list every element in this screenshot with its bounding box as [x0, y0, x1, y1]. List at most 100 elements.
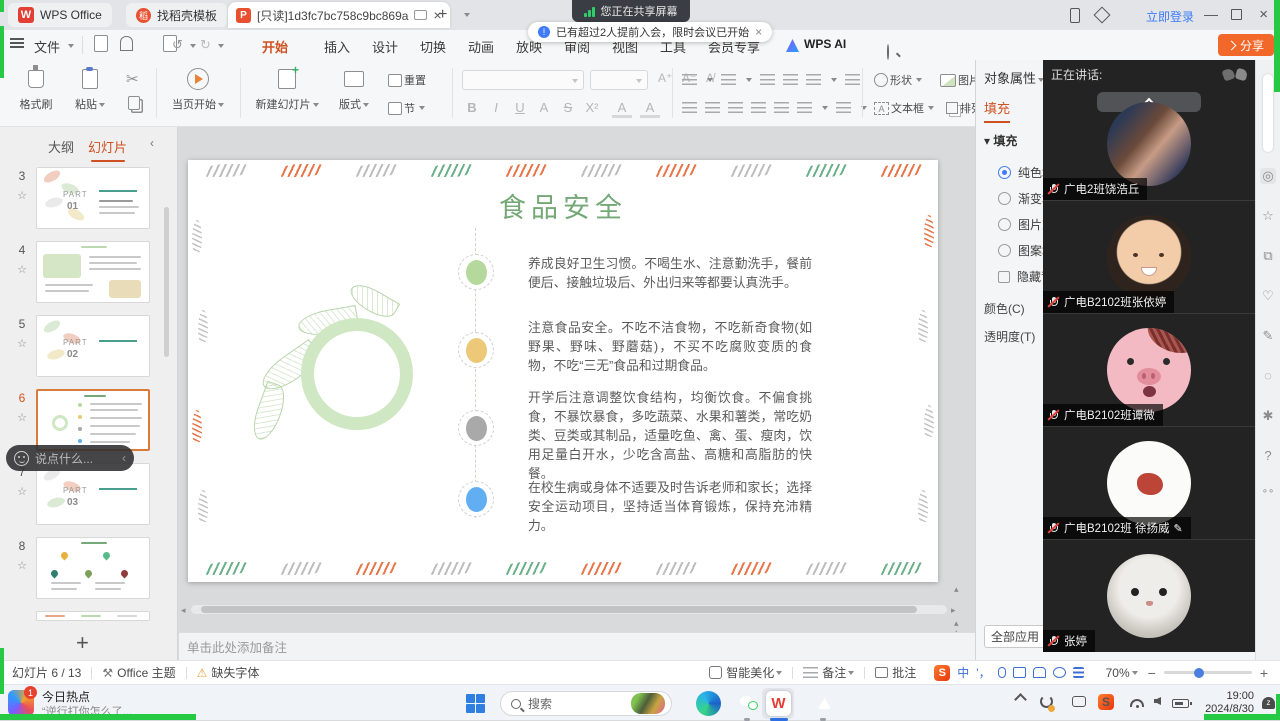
- ime-emoji-icon[interactable]: [1053, 667, 1066, 678]
- slide-star-icon[interactable]: ☆: [14, 411, 30, 424]
- play-from-current-button[interactable]: 当页开始: [166, 66, 230, 112]
- copy-icon[interactable]: [128, 96, 140, 110]
- gamebar-icon[interactable]: [1072, 696, 1086, 707]
- shadow-button[interactable]: A: [534, 100, 554, 115]
- section-button[interactable]: 节: [388, 100, 425, 116]
- textbox-button[interactable]: A 文本框: [874, 100, 934, 116]
- hscroll-left-arrow[interactable]: ◂: [181, 605, 186, 616]
- align-center-icon[interactable]: [705, 102, 720, 113]
- comments-button[interactable]: 批注: [892, 664, 916, 681]
- search-daily-image[interactable]: [631, 693, 665, 714]
- tool-more-icon[interactable]: ∘∘: [1260, 484, 1276, 500]
- beautify-button[interactable]: 智能美化: [726, 664, 774, 681]
- participant-video-2[interactable]: 广电B2102班张依婷: [1043, 200, 1255, 313]
- close-button[interactable]: ×: [1259, 6, 1268, 23]
- distribute-icon[interactable]: [774, 102, 789, 113]
- tab-list-chevron-icon[interactable]: [464, 13, 470, 17]
- slide-bullet-3[interactable]: 开学后注意调整饮食结构，均衡饮食。不偏食挑食，不暴饮暴食，多吃蔬菜、水果和薯类，…: [528, 388, 812, 483]
- sogou-tray-icon[interactable]: S: [1098, 694, 1114, 710]
- cube-3d-icon[interactable]: [1094, 7, 1111, 24]
- toast-close-icon[interactable]: ×: [755, 25, 762, 39]
- horizontal-scrollbar[interactable]: [191, 605, 947, 614]
- ribbon-tab-home[interactable]: 开始: [262, 37, 288, 56]
- panel-scrollbar[interactable]: [164, 207, 169, 357]
- redo-icon[interactable]: ↻: [200, 37, 211, 53]
- ribbon-tab-transition[interactable]: 切换: [420, 37, 446, 56]
- slide-bullet-2[interactable]: 注意食品安全。不吃不洁食物，不吃新奇食物(如野果、野味、野蘑菇)，不买不吃腐败变…: [528, 318, 812, 375]
- ribbon-tab-animation[interactable]: 动画: [468, 37, 494, 56]
- fill-section-header[interactable]: ▾ 填充: [984, 132, 1017, 149]
- slide-star-icon[interactable]: ☆: [14, 263, 30, 276]
- bullet-list-icon[interactable]: [682, 74, 697, 85]
- cut-icon[interactable]: ✂: [126, 70, 139, 88]
- sogou-icon[interactable]: S: [934, 665, 950, 681]
- slide-star-icon[interactable]: ☆: [14, 337, 30, 350]
- ime-toolbar[interactable]: S 中 '，: [930, 664, 1087, 681]
- slide-bullet-4[interactable]: 在校生病或身体不适要及时告诉老师和家长；选择安全运动项目，坚持适当体育锻炼，保持…: [528, 478, 812, 535]
- tool-help-icon[interactable]: ?: [1260, 448, 1276, 464]
- ime-punct[interactable]: '，: [976, 664, 990, 681]
- hotspot-subtitle[interactable]: “逆行打你怎么了...: [42, 703, 132, 719]
- mobile-view-icon[interactable]: [1070, 8, 1080, 23]
- font-size-select[interactable]: [590, 70, 648, 90]
- taskbar-search[interactable]: 搜索: [500, 691, 672, 716]
- login-link[interactable]: 立即登录: [1146, 8, 1194, 25]
- slide-star-icon[interactable]: ☆: [14, 189, 30, 202]
- ime-skin-icon[interactable]: [1033, 667, 1046, 678]
- hscroll-right-arrow[interactable]: ▸: [951, 605, 956, 616]
- add-slide-button[interactable]: +: [76, 630, 89, 656]
- slide-page[interactable]: 食品安全 养成良好卫生习惯。不喝生水、注意勤洗手，餐前便后、接触垃圾后、外出归来…: [188, 160, 938, 582]
- reset-button[interactable]: 重置: [388, 72, 426, 88]
- bold-button[interactable]: B: [462, 100, 482, 115]
- wps-ai-label[interactable]: WPS AI: [804, 37, 846, 51]
- participant-video-1[interactable]: 广电2班饶浩丘: [1043, 88, 1255, 200]
- wifi-icon[interactable]: [1130, 699, 1144, 707]
- zoom-slider-thumb[interactable]: [1194, 668, 1204, 678]
- edit-name-icon[interactable]: ✎: [1173, 522, 1182, 535]
- superscript-button[interactable]: X²: [582, 100, 602, 115]
- slide-bullet-1[interactable]: 养成良好卫生习惯。不喝生水、注意勤洗手，餐前便后、接触垃圾后、外出归来等都要认真…: [528, 254, 812, 292]
- zoom-in-button[interactable]: +: [1260, 665, 1268, 681]
- tool-find-icon[interactable]: ◌: [1260, 368, 1276, 384]
- tool-settings-icon[interactable]: ✱: [1260, 408, 1276, 424]
- tool-highlight-icon[interactable]: ◎: [1260, 168, 1276, 184]
- slide-star-icon[interactable]: ☆: [14, 485, 30, 498]
- start-button[interactable]: [466, 694, 485, 713]
- restore-button[interactable]: [1231, 9, 1242, 20]
- line-spacing-icon[interactable]: [797, 102, 812, 113]
- tool-pages-icon[interactable]: ⧉: [1260, 248, 1276, 264]
- scroll-up-arrow[interactable]: ▴: [954, 585, 959, 594]
- participant-video-5[interactable]: 张婷: [1043, 539, 1255, 652]
- ribbon-tab-insert[interactable]: 插入: [324, 37, 350, 56]
- print-icon[interactable]: [120, 36, 133, 51]
- edge-icon[interactable]: [696, 691, 721, 716]
- clock[interactable]: 19:00 2024/8/30: [1198, 690, 1254, 716]
- slide-title[interactable]: 食品安全: [188, 186, 938, 225]
- volume-icon[interactable]: [1154, 697, 1161, 705]
- shapes-button[interactable]: 形状: [874, 72, 922, 88]
- tab-fill[interactable]: 填充: [984, 98, 1010, 123]
- save-icon[interactable]: [94, 35, 108, 52]
- format-painter-button[interactable]: 格式刷: [10, 66, 62, 112]
- highlight-color-button[interactable]: A: [640, 100, 660, 118]
- participant-video-3[interactable]: 广电B2102班谭微: [1043, 313, 1255, 426]
- char-case-icon[interactable]: [845, 74, 860, 85]
- layout-button[interactable]: 版式: [328, 66, 380, 112]
- tool-star-icon[interactable]: ☆: [1260, 208, 1276, 224]
- missing-font-label[interactable]: 缺失字体: [211, 664, 259, 681]
- ime-lang-zh[interactable]: 中: [957, 664, 969, 681]
- collapse-chat-icon[interactable]: ‹: [122, 451, 126, 465]
- clap-icon[interactable]: [1235, 67, 1248, 80]
- ime-grid-icon[interactable]: [1073, 667, 1084, 678]
- slide-thumbnail-5[interactable]: PART 02: [36, 315, 150, 377]
- indent-icon[interactable]: [783, 74, 798, 85]
- notification-bell-icon[interactable]: z: [1262, 697, 1275, 709]
- slide-thumbnail-6-selected[interactable]: [36, 389, 150, 451]
- slide-thumbnail-7[interactable]: PART 03: [36, 463, 150, 525]
- ime-mic-icon[interactable]: [998, 667, 1006, 678]
- font-name-select[interactable]: [462, 70, 584, 90]
- menu-file[interactable]: 文件: [34, 37, 60, 56]
- tab-template[interactable]: 稻 找稻壳模板: [126, 3, 227, 27]
- font-larger-button[interactable]: A⁺: [658, 71, 672, 85]
- theme-label[interactable]: Office 主题: [117, 664, 175, 681]
